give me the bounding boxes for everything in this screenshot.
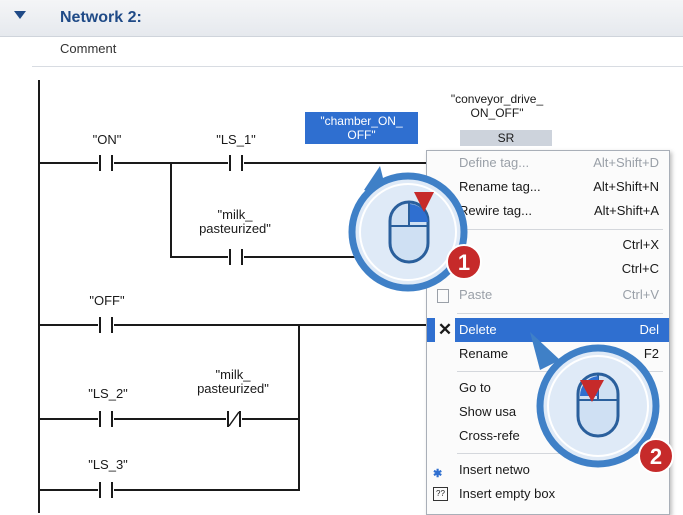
callout-step-2: 2 <box>520 330 683 480</box>
branch-vertical-left <box>170 162 172 258</box>
selected-tag-chamber[interactable]: "chamber_ON_ OFF" <box>305 112 418 144</box>
contact-milk-pasteurized-2-nc[interactable] <box>226 411 242 427</box>
tag-on[interactable]: "ON" <box>82 133 132 147</box>
sr-block[interactable]: SR <box>460 130 552 146</box>
left-power-rail <box>38 80 40 513</box>
menu-item-insert-empty-box[interactable]: ?? Insert empty box <box>427 482 669 506</box>
contact-ls2[interactable] <box>98 411 114 427</box>
collapse-triangle-icon[interactable] <box>14 11 26 19</box>
tag-off[interactable]: "OFF" <box>80 294 134 308</box>
rung-2b-wire <box>40 418 300 420</box>
rung-2c-wire <box>40 489 300 491</box>
contact-on[interactable] <box>98 155 114 171</box>
callout-step-1: 1 <box>338 160 488 300</box>
contact-off[interactable] <box>98 317 114 333</box>
branch-wire <box>170 256 360 258</box>
empty-box-icon: ?? <box>433 487 448 501</box>
contact-milk-pasteurized-1[interactable] <box>228 249 244 265</box>
tag-milk-pasteurized-2[interactable]: "milk_ pasteurized" <box>188 368 278 396</box>
tag-ls1[interactable]: "LS_1" <box>208 133 264 147</box>
tag-ls3[interactable]: "LS_3" <box>80 458 136 472</box>
step-badge-2: 2 <box>638 438 674 474</box>
comment-row[interactable] <box>32 36 683 67</box>
network-comment[interactable]: Comment <box>60 41 116 56</box>
tag-milk-pasteurized-1[interactable]: "milk_ pasteurized" <box>190 208 280 236</box>
branch-vertical-right <box>298 324 300 490</box>
delete-x-icon: ✕ <box>435 318 455 342</box>
contact-ls3[interactable] <box>98 482 114 498</box>
tag-ls2[interactable]: "LS_2" <box>80 387 136 401</box>
step-badge-1: 1 <box>446 244 482 280</box>
network-title: Network 2: <box>60 9 142 26</box>
contact-ls1[interactable] <box>228 155 244 171</box>
tag-conveyor[interactable]: "conveyor_drive_ ON_OFF" <box>432 92 562 120</box>
